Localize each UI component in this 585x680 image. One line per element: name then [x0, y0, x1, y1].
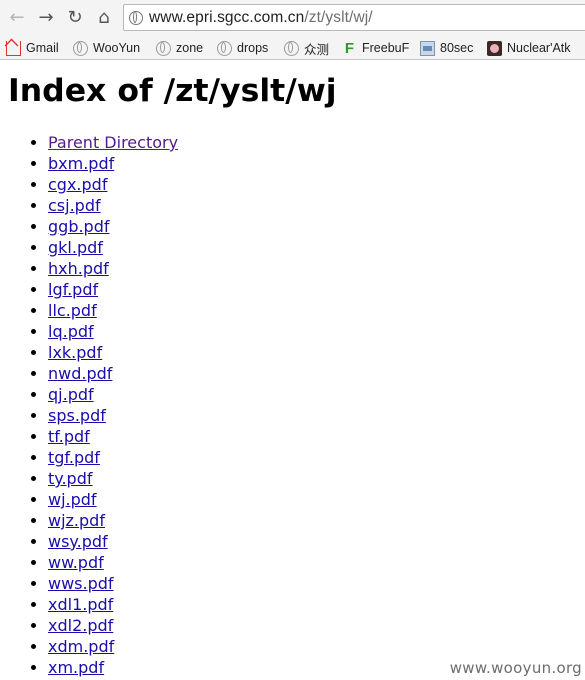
list-item: wsy.pdf — [48, 531, 178, 552]
list-item: wjz.pdf — [48, 510, 178, 531]
address-url[interactable]: www.epri.sgcc.com.cn/zt/yslt/wj/ — [149, 9, 373, 27]
list-item: wj.pdf — [48, 489, 178, 510]
bookmark-label: Gmail — [26, 41, 59, 55]
browser-toolbar: ← → ↻ ⌂ www.epri.sgcc.com.cn/zt/yslt/wj/ — [0, 0, 585, 36]
file-link[interactable]: ww.pdf — [48, 553, 104, 572]
freebuf-icon: F — [344, 39, 355, 57]
home-icon[interactable]: ⌂ — [93, 7, 115, 29]
file-link[interactable]: nwd.pdf — [48, 364, 112, 383]
list-item: ty.pdf — [48, 468, 178, 489]
file-link[interactable]: ty.pdf — [48, 469, 93, 488]
list-item: xdl2.pdf — [48, 615, 178, 636]
list-item: xdm.pdf — [48, 636, 178, 657]
file-link[interactable]: sps.pdf — [48, 406, 106, 425]
file-link[interactable]: llc.pdf — [48, 301, 97, 320]
back-arrow-icon[interactable]: ← — [6, 7, 28, 29]
file-link[interactable]: lgf.pdf — [48, 280, 98, 299]
watermark: www.wooyun.org — [449, 659, 582, 677]
list-item: lgf.pdf — [48, 279, 178, 300]
bookmarks-bar: Gmail WooYun zone drops 众测 F FreebuF 80s… — [0, 36, 585, 60]
forward-arrow-icon[interactable]: → — [35, 7, 57, 29]
list-item: Parent Directory — [48, 132, 178, 153]
url-path: /zt/yslt/wj/ — [304, 8, 373, 26]
list-item: csj.pdf — [48, 195, 178, 216]
url-host: www.epri.sgcc.com.cn — [149, 8, 305, 26]
list-item: ww.pdf — [48, 552, 178, 573]
80sec-icon — [420, 40, 435, 56]
list-item: llc.pdf — [48, 300, 178, 321]
page-globe-icon — [129, 10, 143, 25]
list-item: bxm.pdf — [48, 153, 178, 174]
file-link[interactable]: csj.pdf — [48, 196, 101, 215]
list-item: lq.pdf — [48, 321, 178, 342]
bookmark-label: FreebuF — [362, 41, 410, 55]
file-link[interactable]: wj.pdf — [48, 490, 97, 509]
bookmark-zhongce[interactable]: 众测 — [284, 39, 329, 57]
bookmark-80sec[interactable]: 80sec — [420, 39, 473, 57]
file-link[interactable]: hxh.pdf — [48, 259, 109, 278]
file-link[interactable]: xdm.pdf — [48, 637, 114, 656]
file-link[interactable]: ggb.pdf — [48, 217, 110, 236]
file-link[interactable]: wjz.pdf — [48, 511, 105, 530]
nuclear-icon — [487, 40, 502, 56]
list-item: sps.pdf — [48, 405, 178, 426]
bookmark-drops[interactable]: drops — [217, 39, 268, 57]
bookmark-label: 众测 — [304, 42, 330, 57]
file-link[interactable]: cgx.pdf — [48, 175, 107, 194]
bookmark-label: WooYun — [93, 41, 141, 55]
file-link[interactable]: lxk.pdf — [48, 343, 102, 362]
list-item: xdl1.pdf — [48, 594, 178, 615]
bookmark-wooyun[interactable]: WooYun — [73, 39, 140, 57]
file-link[interactable]: xdl2.pdf — [48, 616, 113, 635]
file-link[interactable]: tf.pdf — [48, 427, 90, 446]
bookmark-label: Nuclear'Atk — [507, 41, 571, 55]
file-link[interactable]: xdl1.pdf — [48, 595, 113, 614]
file-link[interactable]: wws.pdf — [48, 574, 114, 593]
file-link[interactable]: wsy.pdf — [48, 532, 108, 551]
list-item: nwd.pdf — [48, 363, 178, 384]
globe-icon — [217, 40, 232, 56]
list-item: lxk.pdf — [48, 342, 178, 363]
page-title: Index of /zt/yslt/wj — [8, 73, 337, 109]
file-link[interactable]: lq.pdf — [48, 322, 94, 341]
bookmark-label: zone — [176, 41, 204, 55]
file-link[interactable]: xm.pdf — [48, 658, 104, 677]
directory-listing: Parent Directory bxm.pdf cgx.pdf csj.pdf… — [0, 132, 178, 678]
file-link[interactable]: qj.pdf — [48, 385, 94, 404]
list-item: tf.pdf — [48, 426, 178, 447]
bookmark-nuclear-atk[interactable]: Nuclear'Atk — [487, 39, 571, 57]
bookmark-label: 80sec — [440, 41, 474, 55]
list-item: cgx.pdf — [48, 174, 178, 195]
list-item: wws.pdf — [48, 573, 178, 594]
list-item: hxh.pdf — [48, 258, 178, 279]
bookmark-gmail[interactable]: Gmail — [6, 39, 59, 57]
list-item: xm.pdf — [48, 657, 178, 678]
globe-icon — [73, 40, 88, 56]
list-item: tgf.pdf — [48, 447, 178, 468]
reload-icon[interactable]: ↻ — [64, 7, 86, 29]
bookmark-zone[interactable]: zone — [156, 39, 203, 57]
list-item: ggb.pdf — [48, 216, 178, 237]
globe-icon — [156, 40, 171, 56]
bookmark-freebuf[interactable]: F FreebuF — [342, 39, 409, 57]
list-item: qj.pdf — [48, 384, 178, 405]
globe-icon — [284, 40, 299, 56]
file-link[interactable]: bxm.pdf — [48, 154, 114, 173]
parent-directory-link[interactable]: Parent Directory — [48, 133, 178, 152]
gmail-icon — [6, 40, 21, 56]
file-link[interactable]: tgf.pdf — [48, 448, 100, 467]
file-link[interactable]: gkl.pdf — [48, 238, 103, 257]
address-bar[interactable]: www.epri.sgcc.com.cn/zt/yslt/wj/ — [123, 4, 585, 31]
bookmark-label: drops — [237, 41, 269, 55]
list-item: gkl.pdf — [48, 237, 178, 258]
